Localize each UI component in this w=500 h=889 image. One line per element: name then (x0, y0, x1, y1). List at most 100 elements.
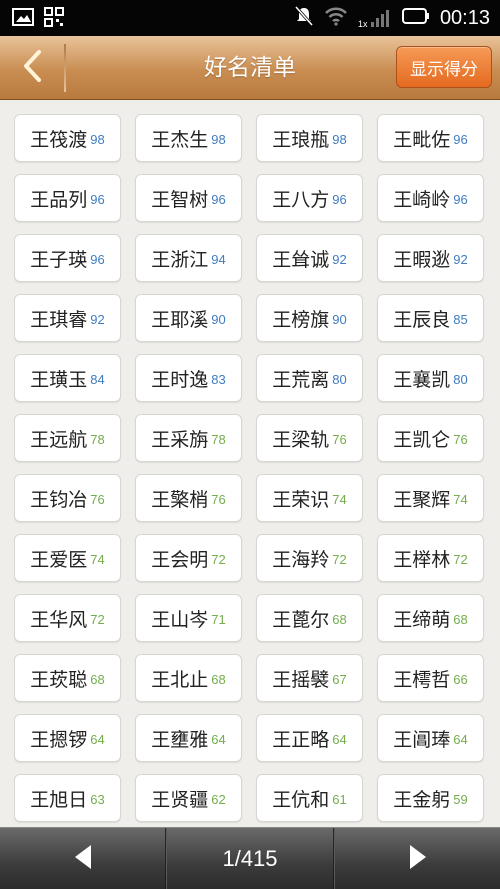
name-card[interactable]: 王旭日 63 (14, 774, 121, 822)
network-type-label: 1x (357, 19, 368, 29)
name-text: 王莰聪 (30, 668, 88, 691)
score-badge: 96 (90, 251, 105, 267)
name-text: 王荣识 (272, 488, 330, 511)
name-card[interactable]: 王伉和 61 (256, 774, 363, 822)
name-card[interactable]: 王壅雅 64 (135, 714, 242, 762)
score-badge: 80 (332, 371, 347, 387)
score-badge: 92 (453, 251, 468, 267)
name-card[interactable]: 王毗佐 96 (377, 114, 484, 162)
score-badge: 64 (211, 731, 226, 747)
score-badge: 90 (211, 311, 226, 327)
name-text: 王璜玉 (30, 368, 88, 391)
name-card[interactable]: 王筏渡 98 (14, 114, 121, 162)
score-badge: 96 (453, 191, 468, 207)
name-card[interactable]: 王贤疆 62 (135, 774, 242, 822)
name-text: 王蓖尔 (272, 608, 330, 631)
score-badge: 96 (332, 191, 347, 207)
name-text: 王远航 (30, 428, 88, 451)
back-button[interactable] (0, 36, 64, 100)
score-badge: 98 (90, 131, 105, 147)
name-card[interactable]: 王钧冶 76 (14, 474, 121, 522)
name-card[interactable]: 王山岑 71 (135, 594, 242, 642)
name-card[interactable]: 王荒离 80 (256, 354, 363, 402)
pagination-bar: 1/415 (0, 827, 500, 889)
name-card[interactable]: 王华风 72 (14, 594, 121, 642)
score-badge: 85 (453, 311, 468, 327)
score-badge: 62 (211, 791, 226, 807)
name-card[interactable]: 王莰聪 68 (14, 654, 121, 702)
name-card[interactable]: 王檠梢 76 (135, 474, 242, 522)
score-badge: 74 (90, 551, 105, 567)
score-badge: 78 (90, 431, 105, 447)
score-badge: 94 (211, 251, 226, 267)
name-text: 王八方 (272, 188, 330, 211)
score-badge: 64 (332, 731, 347, 747)
score-badge: 59 (453, 791, 468, 807)
name-card[interactable]: 王樗哲 66 (377, 654, 484, 702)
name-card[interactable]: 王琪睿 92 (14, 294, 121, 342)
name-card[interactable]: 王琅瓶 98 (256, 114, 363, 162)
name-card[interactable]: 王耶溪 90 (135, 294, 242, 342)
name-card[interactable]: 王海羚 72 (256, 534, 363, 582)
name-card[interactable]: 王梁轨 76 (256, 414, 363, 462)
triangle-left-icon (73, 843, 93, 875)
name-card[interactable]: 王爱医 74 (14, 534, 121, 582)
score-badge: 68 (332, 611, 347, 627)
name-card[interactable]: 王子瑛 96 (14, 234, 121, 282)
name-card[interactable]: 王襄凯 80 (377, 354, 484, 402)
name-card[interactable]: 王阊琫 64 (377, 714, 484, 762)
name-card[interactable]: 王辰良 85 (377, 294, 484, 342)
battery-icon (401, 8, 430, 28)
wifi-icon (324, 6, 348, 30)
name-card[interactable]: 王崎岭 96 (377, 174, 484, 222)
score-badge: 90 (332, 311, 347, 327)
previous-page-button[interactable] (0, 828, 165, 889)
name-card[interactable]: 王摁锣 64 (14, 714, 121, 762)
score-badge: 96 (211, 191, 226, 207)
name-text: 王琅瓶 (272, 128, 330, 151)
score-badge: 96 (90, 191, 105, 207)
name-card[interactable]: 王浙江 94 (135, 234, 242, 282)
name-card[interactable]: 王暇逖 92 (377, 234, 484, 282)
name-card[interactable]: 王璜玉 84 (14, 354, 121, 402)
name-text: 王时逸 (151, 368, 209, 391)
name-card[interactable]: 王正略 64 (256, 714, 363, 762)
name-card[interactable]: 王会明 72 (135, 534, 242, 582)
name-card[interactable]: 王杰生 98 (135, 114, 242, 162)
show-score-button[interactable]: 显示得分 (396, 46, 492, 88)
score-badge: 68 (453, 611, 468, 627)
name-card[interactable]: 王采旃 78 (135, 414, 242, 462)
name-card[interactable]: 王金躬 59 (377, 774, 484, 822)
score-badge: 68 (90, 671, 105, 687)
name-card[interactable]: 王北止 68 (135, 654, 242, 702)
name-text: 王贤疆 (151, 788, 209, 811)
name-card[interactable]: 王蓖尔 68 (256, 594, 363, 642)
name-text: 王暇逖 (393, 248, 451, 271)
name-card[interactable]: 王时逸 83 (135, 354, 242, 402)
score-badge: 96 (453, 131, 468, 147)
page-title: 好名清单 (204, 55, 296, 81)
name-card[interactable]: 王摇襞 67 (256, 654, 363, 702)
name-card[interactable]: 王耸诚 92 (256, 234, 363, 282)
name-card[interactable]: 王聚辉 74 (377, 474, 484, 522)
name-card[interactable]: 王榉林 72 (377, 534, 484, 582)
score-badge: 76 (211, 491, 226, 507)
name-card[interactable]: 王远航 78 (14, 414, 121, 462)
name-text: 王摁锣 (30, 728, 88, 751)
name-card[interactable]: 王八方 96 (256, 174, 363, 222)
name-text: 王崎岭 (393, 188, 451, 211)
name-card[interactable]: 王智树 96 (135, 174, 242, 222)
name-text: 王榜旗 (272, 308, 330, 331)
name-text: 王耶溪 (151, 308, 209, 331)
name-card[interactable]: 王缔萌 68 (377, 594, 484, 642)
name-card[interactable]: 王榜旗 90 (256, 294, 363, 342)
name-text: 王浙江 (151, 248, 209, 271)
name-card[interactable]: 王凯仑 76 (377, 414, 484, 462)
name-text: 王会明 (151, 548, 209, 571)
name-card[interactable]: 王荣识 74 (256, 474, 363, 522)
next-page-button[interactable] (335, 828, 500, 889)
name-text: 王金躬 (393, 788, 451, 811)
name-card[interactable]: 王品列 96 (14, 174, 121, 222)
name-text: 王山岑 (151, 608, 209, 631)
name-text: 王华风 (30, 608, 88, 631)
